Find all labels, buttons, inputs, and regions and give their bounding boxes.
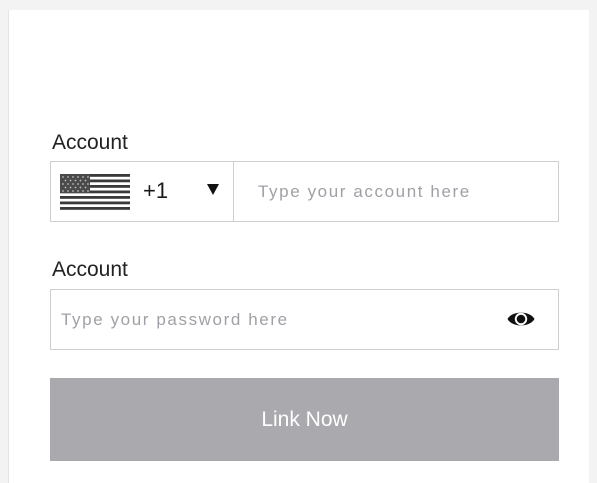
caret-down-icon xyxy=(207,184,219,195)
account-field: +1 xyxy=(50,161,559,222)
country-code: +1 xyxy=(143,178,169,203)
password-label: Account xyxy=(52,258,128,281)
account-label: Account xyxy=(52,131,128,154)
password-field xyxy=(50,289,559,350)
account-input[interactable] xyxy=(258,162,550,221)
country-code-selector[interactable]: +1 xyxy=(51,162,234,221)
eye-icon[interactable] xyxy=(506,307,536,331)
us-flag-icon xyxy=(60,174,130,210)
panel-divider xyxy=(8,10,9,483)
login-panel: Account +1 Type your account here Accoun… xyxy=(8,10,589,483)
password-input[interactable] xyxy=(61,290,491,349)
link-now-button[interactable]: Link Now xyxy=(50,378,559,461)
